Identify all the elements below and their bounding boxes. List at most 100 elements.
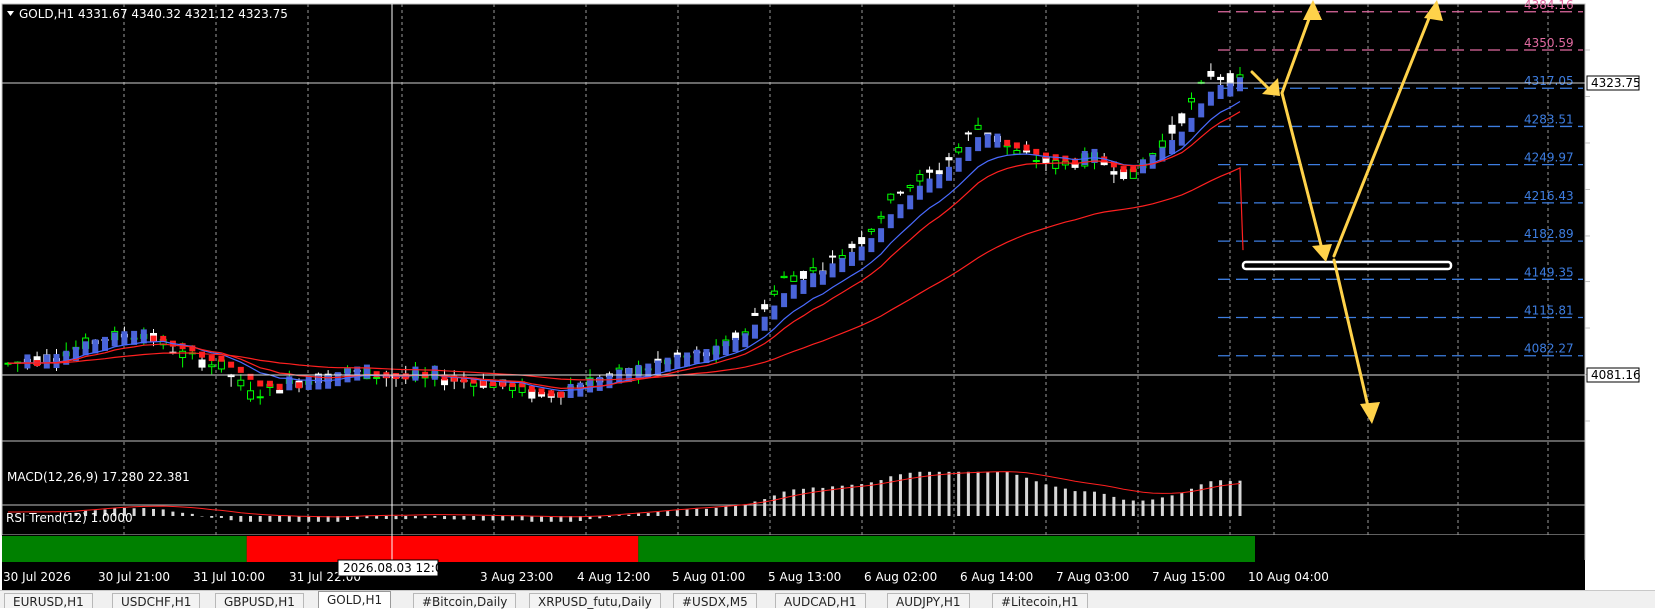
tab-gold-h1[interactable]: GOLD,H1 bbox=[318, 591, 391, 608]
candle-body bbox=[859, 238, 865, 244]
time-axis-label: 10 Aug 04:00 bbox=[1248, 570, 1329, 584]
trend-ribbon-block bbox=[1188, 118, 1194, 132]
trend-ribbon-block bbox=[791, 285, 797, 299]
trend-ribbon-block bbox=[267, 381, 273, 387]
trend-ribbon-block bbox=[830, 263, 836, 277]
trend-ribbon-block bbox=[121, 331, 127, 345]
candle-body bbox=[1218, 77, 1224, 79]
macd-bar bbox=[239, 516, 242, 522]
trend-ribbon-block bbox=[199, 352, 205, 358]
macd-bar bbox=[656, 512, 659, 516]
macd-bar bbox=[162, 509, 165, 516]
macd-bar bbox=[1074, 491, 1077, 516]
trend-ribbon-block bbox=[1121, 166, 1127, 172]
candle-body bbox=[965, 133, 971, 134]
tab-audcad-h1[interactable]: AUDCAD,H1 bbox=[775, 593, 866, 608]
candle-body bbox=[956, 148, 962, 152]
trend-ribbon-block bbox=[927, 179, 933, 193]
symbol-header: GOLD,H1 4331.67 4340.32 4321.12 4323.75 bbox=[19, 7, 288, 21]
fib-level-label: 4082.27 bbox=[1524, 342, 1574, 356]
tab--litecoin-h1[interactable]: #Litecoin,H1 bbox=[992, 593, 1088, 608]
candle-body bbox=[1014, 150, 1020, 154]
candle-body bbox=[927, 170, 933, 172]
macd-bar bbox=[443, 516, 446, 519]
trend-ribbon-block bbox=[112, 332, 118, 346]
price-axis-label: 4187.40 bbox=[1592, 229, 1642, 243]
price-axis-label: 4350.60 bbox=[1592, 43, 1642, 57]
tab-xrpusd-futu-daily[interactable]: XRPUSD_futu,Daily bbox=[529, 593, 661, 608]
candle-body bbox=[1033, 160, 1039, 161]
trend-ribbon-block bbox=[325, 375, 331, 389]
candle-body bbox=[238, 380, 244, 386]
trend-ribbon-block bbox=[694, 350, 700, 364]
marked-price-label: 4081.16 bbox=[1591, 368, 1641, 382]
candle-body bbox=[248, 391, 254, 399]
trend-ribbon-block bbox=[296, 382, 302, 388]
macd-bar bbox=[278, 516, 281, 522]
time-axis-label: 30 Jul 21:00 bbox=[98, 570, 170, 584]
trend-ribbon-block bbox=[839, 258, 845, 272]
trend-ribbon-block bbox=[1033, 149, 1039, 155]
trend-ribbon-block bbox=[810, 273, 816, 287]
candle-body bbox=[946, 158, 952, 160]
trend-ribbon-block bbox=[151, 336, 157, 342]
macd-bar bbox=[647, 513, 650, 516]
price-axis-label: 4147.40 bbox=[1592, 275, 1642, 289]
tab-audjpy-h1[interactable]: AUDJPY,H1 bbox=[887, 593, 970, 608]
tab--usdx-m5[interactable]: #USDX,M5 bbox=[673, 593, 757, 608]
trend-ribbon-block bbox=[878, 228, 884, 242]
macd-bar bbox=[783, 492, 786, 516]
fib-level-label: 4249.97 bbox=[1524, 151, 1574, 165]
trend-ribbon-block bbox=[102, 337, 108, 351]
rsi-trend-segments bbox=[2, 536, 1255, 562]
macd-bar bbox=[1229, 481, 1232, 516]
candle-body bbox=[936, 171, 942, 174]
macd-bar bbox=[511, 516, 514, 520]
macd-bar bbox=[1112, 497, 1115, 516]
fib-level-label: 4384.16 bbox=[1524, 0, 1574, 12]
macd-bar bbox=[686, 510, 689, 516]
trend-ribbon-block bbox=[888, 214, 894, 228]
macd-bar bbox=[1209, 481, 1212, 516]
time-axis-label: 7 Aug 03:00 bbox=[1056, 570, 1129, 584]
macd-bar bbox=[947, 472, 950, 516]
trend-ribbon-block bbox=[946, 167, 952, 181]
trend-ribbon-block bbox=[24, 354, 30, 368]
tab-gbpusd-h1[interactable]: GBPUSD,H1 bbox=[215, 593, 304, 608]
macd-bar bbox=[259, 516, 262, 522]
trend-ribbon-block bbox=[141, 329, 147, 343]
macd-bar bbox=[977, 472, 980, 516]
time-axis-label: 5 Aug 01:00 bbox=[672, 570, 745, 584]
macd-bar bbox=[298, 516, 301, 522]
macd-bar bbox=[530, 516, 533, 522]
crosshair-time-label: 2026.08.03 12:00 bbox=[343, 561, 450, 575]
tab--bitcoin-daily[interactable]: #Bitcoin,Daily bbox=[413, 593, 516, 608]
tab-eurusd-h1[interactable]: EURUSD,H1 bbox=[4, 593, 93, 608]
trend-ribbon-block bbox=[994, 134, 1000, 148]
macd-bar bbox=[967, 472, 970, 516]
rsi-axis-min: 0 bbox=[1588, 521, 1595, 534]
candle-body bbox=[849, 244, 855, 247]
time-axis-label: 4 Aug 12:00 bbox=[577, 570, 650, 584]
trend-ribbon-block bbox=[742, 333, 748, 347]
trend-ribbon-block bbox=[800, 280, 806, 294]
trend-ribbon-block bbox=[1130, 166, 1136, 172]
candle-body bbox=[897, 192, 903, 193]
macd-bar bbox=[385, 516, 388, 519]
trend-ribbon-block bbox=[597, 377, 603, 391]
macd-bar bbox=[724, 506, 727, 516]
trend-ribbon-block bbox=[568, 384, 574, 398]
trend-ribbon-block bbox=[956, 158, 962, 172]
chart-window[interactable]: 4384.164350.594317.054283.514249.974216.… bbox=[0, 0, 1655, 607]
tab-usdchf-h1[interactable]: USDCHF,H1 bbox=[112, 593, 200, 608]
macd-bar bbox=[1122, 500, 1125, 516]
macd-bar bbox=[142, 508, 145, 516]
macd-bar bbox=[171, 512, 174, 516]
trend-ribbon-block bbox=[1198, 103, 1204, 117]
candle-body bbox=[800, 272, 806, 279]
macd-bar bbox=[521, 516, 524, 520]
candle-body bbox=[374, 377, 380, 378]
trend-ribbon-block bbox=[849, 252, 855, 266]
macd-bar bbox=[472, 516, 475, 520]
macd-bar bbox=[792, 489, 795, 516]
